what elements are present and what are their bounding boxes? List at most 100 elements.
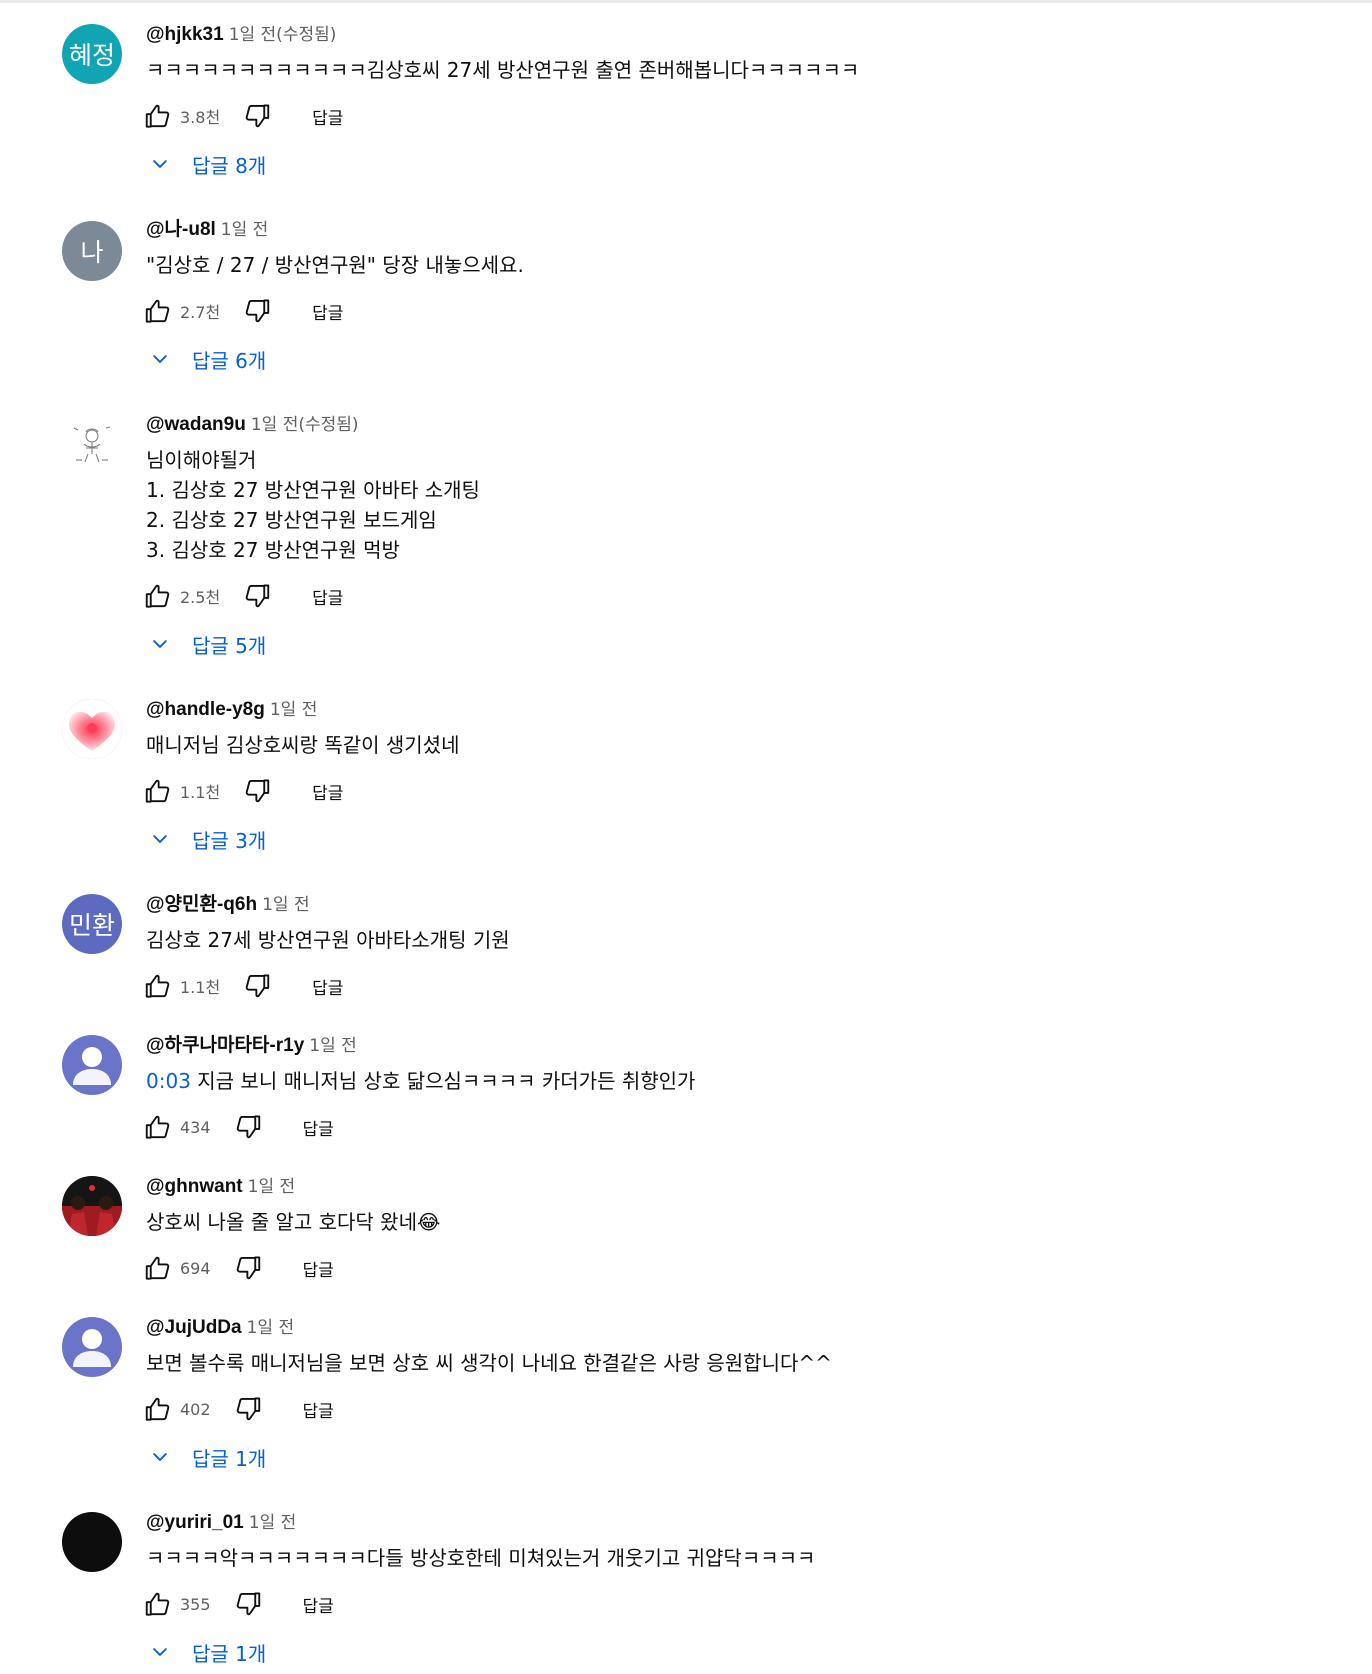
comment-actions: 355 답글 xyxy=(141,1586,334,1622)
dislike-icon[interactable] xyxy=(240,969,274,1003)
comment-time[interactable]: 1일 전 xyxy=(262,895,310,915)
comment-line: 3. 김상호 27 방산연구원 먹방 xyxy=(146,535,480,565)
comment-line-text: 3. 김상호 27 방산연구원 먹방 xyxy=(146,538,400,562)
reply-button[interactable]: 답글 xyxy=(312,299,343,324)
view-replies-button[interactable]: 답글 5개 xyxy=(150,626,266,662)
view-replies-button[interactable]: 답글 1개 xyxy=(150,1439,266,1475)
avatar-initials: 혜정 xyxy=(68,41,115,70)
avatar[interactable] xyxy=(62,416,122,476)
comment-time[interactable]: 1일 전 xyxy=(247,1318,295,1338)
chevron-down-icon xyxy=(150,154,170,174)
comment-line-text: 상호씨 나올 줄 알고 호다닥 왔네😂 xyxy=(146,1210,441,1234)
author-handle[interactable]: @하쿠나마타타-r1y xyxy=(146,1035,304,1056)
author-handle[interactable]: @wadan9u xyxy=(146,414,246,435)
dislike-icon[interactable] xyxy=(231,1251,265,1285)
comment-line-text: 지금 보니 매니저님 상호 닮으심ㅋㅋㅋㅋ 카더가든 취향인가 xyxy=(190,1069,696,1093)
reply-button[interactable]: 답글 xyxy=(303,1397,334,1422)
dislike-icon[interactable] xyxy=(231,1392,265,1426)
comment-time[interactable]: 1일 전 xyxy=(248,1177,296,1197)
avatar[interactable] xyxy=(62,699,122,759)
avatar[interactable] xyxy=(62,1317,122,1377)
avatar-initials: 나 xyxy=(80,238,104,267)
comment-actions: 1.1천 답글 xyxy=(141,773,343,809)
like-icon[interactable] xyxy=(141,579,175,613)
author-handle[interactable]: @나-u8l xyxy=(146,219,216,240)
reply-button[interactable]: 답글 xyxy=(312,974,343,999)
comment-line-text: 김상호 27세 방산연구원 아바타소개팅 기원 xyxy=(146,928,510,952)
comment-actions: 2.5천 답글 xyxy=(141,578,343,614)
dislike-icon[interactable] xyxy=(240,579,274,613)
like-count: 434 xyxy=(180,1117,211,1137)
reply-button[interactable]: 답글 xyxy=(312,104,343,129)
avatar[interactable]: 나 xyxy=(62,221,122,281)
comment-header: @handle-y8g 1일 전 xyxy=(146,697,317,723)
avatar[interactable] xyxy=(62,1035,122,1095)
author-handle[interactable]: @ghnwant xyxy=(146,1176,243,1197)
timestamp-link[interactable]: 0:03 xyxy=(146,1069,191,1093)
author-handle[interactable]: @JujUdDa xyxy=(146,1317,242,1338)
comment-header: @hjkk31 1일 전(수정됨) xyxy=(146,22,336,48)
like-count: 2.7천 xyxy=(180,303,221,322)
view-replies-button[interactable]: 답글 3개 xyxy=(150,821,266,857)
author-handle[interactable]: @양민환-q6h xyxy=(146,894,257,915)
comment-line-text: 보면 볼수록 매니저님을 보면 상호 씨 생각이 나네요 한결같은 사랑 응원합… xyxy=(146,1351,832,1375)
view-replies-button[interactable]: 답글 1개 xyxy=(150,1634,266,1670)
comment-time[interactable]: 1일 전 xyxy=(249,1513,297,1533)
like-icon[interactable] xyxy=(141,774,175,808)
like-count: 1.1천 xyxy=(180,978,221,997)
author-handle[interactable]: @hjkk31 xyxy=(146,24,224,45)
comment-text: 매니저님 김상호씨랑 똑같이 생기셨네 xyxy=(146,730,459,760)
like-icon[interactable] xyxy=(141,1587,175,1621)
like-icon[interactable] xyxy=(141,1392,175,1426)
comment-time[interactable]: 1일 전 xyxy=(270,700,318,720)
like-icon[interactable] xyxy=(141,1110,175,1144)
comment-text: 님이해야될거 1. 김상호 27 방산연구원 아바타 소개팅 2. 김상호 27 방… xyxy=(146,445,480,565)
comment-time[interactable]: 1일 전(수정됨) xyxy=(229,25,337,45)
comment-actions: 1.1천 답글 xyxy=(141,968,343,1004)
comment-line: 보면 볼수록 매니저님을 보면 상호 씨 생각이 나네요 한결같은 사랑 응원합… xyxy=(146,1348,832,1378)
comment-text: "김상호 / 27 / 방산연구원" 당장 내놓으세요. xyxy=(146,250,524,280)
like-count: 2.5천 xyxy=(180,588,221,607)
replies-count: 답글 8개 xyxy=(192,153,267,178)
comment-time[interactable]: 1일 전 xyxy=(309,1036,357,1056)
dislike-icon[interactable] xyxy=(240,294,274,328)
reply-button[interactable]: 답글 xyxy=(303,1256,334,1281)
comment-time[interactable]: 1일 전 xyxy=(221,220,269,240)
comment-text: ㅋㅋㅋㅋㅋㅋㅋㅋㅋㅋㅋㅋ김상호씨 27세 방산연구원 출연 존버해봅니다ㅋㅋㅋㅋ… xyxy=(146,55,859,85)
view-replies-button[interactable]: 답글 6개 xyxy=(150,341,266,377)
replies-count: 답글 6개 xyxy=(192,348,267,373)
reply-button[interactable]: 답글 xyxy=(303,1115,334,1140)
comment-header: @하쿠나마타타-r1y 1일 전 xyxy=(146,1033,357,1059)
dislike-icon[interactable] xyxy=(240,99,274,133)
view-replies-button[interactable]: 답글 8개 xyxy=(150,146,266,182)
avatar[interactable] xyxy=(62,1512,122,1572)
like-icon[interactable] xyxy=(141,294,175,328)
reply-button[interactable]: 답글 xyxy=(312,779,343,804)
comment-line-text: "김상호 / 27 / 방산연구원" 당장 내놓으세요. xyxy=(146,253,524,277)
avatar[interactable]: 혜정 xyxy=(62,24,122,84)
chevron-down-icon xyxy=(150,349,170,369)
comment-line: 2. 김상호 27 방산연구원 보드게임 xyxy=(146,505,480,535)
author-handle[interactable]: @yuriri_01 xyxy=(146,1512,244,1533)
like-count: 1.1천 xyxy=(180,783,221,802)
comment-text: 상호씨 나올 줄 알고 호다닥 왔네😂 xyxy=(146,1207,440,1237)
like-icon[interactable] xyxy=(141,969,175,1003)
comment-actions: 402 답글 xyxy=(141,1391,334,1427)
avatar[interactable]: 민환 xyxy=(62,894,122,954)
dislike-icon[interactable] xyxy=(240,774,274,808)
comment-text: 0:03 지금 보니 매니저님 상호 닮으심ㅋㅋㅋㅋ 카더가든 취향인가 xyxy=(146,1066,695,1096)
like-icon[interactable] xyxy=(141,99,175,133)
dislike-icon[interactable] xyxy=(231,1110,265,1144)
reply-button[interactable]: 답글 xyxy=(303,1592,334,1617)
comment-line: 상호씨 나올 줄 알고 호다닥 왔네😂 xyxy=(146,1207,440,1237)
reply-button[interactable]: 답글 xyxy=(312,584,343,609)
comment-header: @양민환-q6h 1일 전 xyxy=(146,892,310,918)
like-icon[interactable] xyxy=(141,1251,175,1285)
comment-line-text: 님이해야될거 xyxy=(146,448,257,472)
dislike-icon[interactable] xyxy=(231,1587,265,1621)
comment-actions: 2.7천 답글 xyxy=(141,293,343,329)
comment-time[interactable]: 1일 전(수정됨) xyxy=(251,415,359,435)
author-handle[interactable]: @handle-y8g xyxy=(146,699,265,720)
avatar[interactable] xyxy=(62,1176,122,1236)
comment-header: @JujUdDa 1일 전 xyxy=(146,1315,294,1341)
